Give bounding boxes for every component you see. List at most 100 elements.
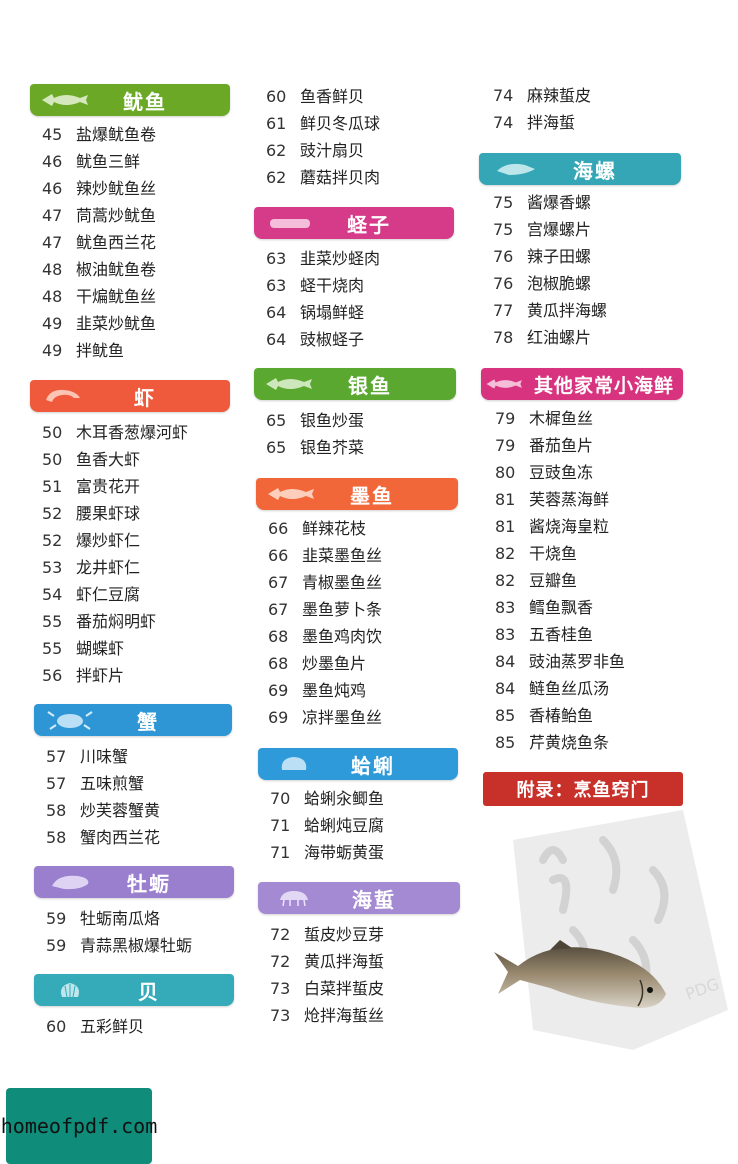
toc-entry[interactable]: 48 干煸鱿鱼丝 (42, 284, 156, 310)
toc-entry[interactable]: 50 木耳香葱爆河虾 (42, 420, 188, 446)
toc-entry[interactable]: 61 鲜贝冬瓜球 (266, 111, 380, 137)
toc-entry[interactable]: 81 芙蓉蒸海鲜 (495, 487, 609, 513)
recipe-name: 酱爆香螺 (527, 193, 592, 212)
toc-entry[interactable]: 76 泡椒脆螺 (493, 271, 591, 297)
toc-entry[interactable]: 56 拌虾片 (42, 663, 124, 689)
toc-entry[interactable]: 71 海带蛎黄蛋 (270, 840, 384, 866)
toc-entry[interactable]: 78 红油螺片 (493, 325, 591, 351)
toc-entry[interactable]: 55 蝴蝶虾 (42, 636, 124, 662)
toc-entry[interactable]: 85 香椿鲐鱼 (495, 703, 593, 729)
toc-entry[interactable]: 46 辣炒鱿鱼丝 (42, 176, 156, 202)
toc-entry[interactable]: 64 豉椒蛏子 (266, 327, 364, 353)
toc-entry[interactable]: 65 银鱼芥菜 (266, 435, 364, 461)
toc-entry[interactable]: 83 五香桂鱼 (495, 622, 593, 648)
toc-entry[interactable]: 60 五彩鲜贝 (46, 1014, 144, 1040)
toc-entry[interactable]: 65 银鱼炒蛋 (266, 408, 364, 434)
toc-entry[interactable]: 52 腰果虾球 (42, 501, 140, 527)
toc-entry[interactable]: 76 辣子田螺 (493, 244, 591, 270)
section-title: 蟹 (137, 709, 159, 734)
oyster-icon (52, 875, 89, 890)
toc-entry[interactable]: 63 蛏干烧肉 (266, 273, 364, 299)
toc-entry[interactable]: 73 白菜拌蜇皮 (270, 976, 384, 1002)
toc-entry[interactable]: 75 酱爆香螺 (493, 190, 591, 216)
toc-entry[interactable]: 82 干烧鱼 (495, 541, 577, 567)
toc-entry[interactable]: 67 青椒墨鱼丝 (268, 570, 382, 596)
clam-icon (281, 757, 307, 770)
toc-entry[interactable]: 84 鲢鱼丝瓜汤 (495, 676, 609, 702)
toc-entry[interactable]: 59 青蒜黑椒爆牡蛎 (46, 933, 192, 959)
toc-entry[interactable]: 49 拌鱿鱼 (42, 338, 124, 364)
toc-entry[interactable]: 52 爆炒虾仁 (42, 528, 140, 554)
toc-entry[interactable]: 55 番茄焖明虾 (42, 609, 156, 635)
toc-entry[interactable]: 79 木樨鱼丝 (495, 406, 593, 432)
page-number: 48 (42, 287, 63, 306)
toc-entry[interactable]: 58 炒芙蓉蟹黄 (46, 798, 160, 824)
page-number: 77 (493, 301, 514, 320)
toc-entry[interactable]: 67 墨鱼萝卜条 (268, 597, 382, 623)
toc-entry[interactable]: 71 蛤蜊炖豆腐 (270, 813, 384, 839)
page-number: 80 (495, 463, 516, 482)
toc-entry[interactable]: 69 凉拌墨鱼丝 (268, 705, 382, 731)
page-number: 79 (495, 436, 516, 455)
toc-entry[interactable]: 84 豉油蒸罗非鱼 (495, 649, 625, 675)
toc-entry[interactable]: 51 富贵花开 (42, 474, 140, 500)
page-number: 83 (495, 598, 516, 617)
toc-entry[interactable]: 58 蟹肉西兰花 (46, 825, 160, 851)
toc-entry[interactable]: 47 鱿鱼西兰花 (42, 230, 156, 256)
recipe-name: 拌鱿鱼 (76, 341, 125, 360)
toc-entry[interactable]: 73 炝拌海蜇丝 (270, 1003, 384, 1029)
page-number: 45 (42, 125, 63, 144)
toc-entry[interactable]: 85 芹黄烧鱼条 (495, 730, 609, 756)
fish-icon (266, 378, 312, 390)
section-header-shellfish: 贝 (34, 974, 234, 1006)
toc-entry[interactable]: 80 豆豉鱼冻 (495, 460, 593, 486)
toc-entry[interactable]: 66 鲜辣花枝 (268, 516, 366, 542)
toc-entry[interactable]: 81 酱烧海皇粒 (495, 514, 609, 540)
toc-entry[interactable]: 66 韭菜墨鱼丝 (268, 543, 382, 569)
toc-entry[interactable]: 48 椒油鱿鱼卷 (42, 257, 156, 283)
toc-entry[interactable]: 70 蛤蜊汆鲫鱼 (270, 786, 384, 812)
toc-entry[interactable]: 62 蘑菇拌贝肉 (266, 165, 380, 191)
toc-entry[interactable]: 60 鱼香鲜贝 (266, 84, 364, 110)
toc-entry[interactable]: 83 鳕鱼飘香 (495, 595, 593, 621)
recipe-name: 鱼香鲜贝 (300, 87, 365, 106)
recipe-name: 蛤蜊炖豆腐 (304, 816, 385, 835)
toc-entry[interactable]: 72 蜇皮炒豆芽 (270, 922, 384, 948)
recipe-name: 爆炒虾仁 (76, 531, 141, 550)
toc-entry[interactable]: 57 川味蟹 (46, 744, 128, 770)
site-watermark[interactable]: homeofpdf.com (1, 1088, 157, 1164)
page-number: 69 (268, 681, 289, 700)
toc-entry[interactable]: 59 牡蛎南瓜烙 (46, 906, 160, 932)
toc-entry[interactable]: 77 黄瓜拌海螺 (493, 298, 607, 324)
recipe-name: 炒芙蓉蟹黄 (80, 801, 161, 820)
toc-entry[interactable]: 75 宫爆螺片 (493, 217, 591, 243)
page-number: 50 (42, 450, 63, 469)
toc-entry[interactable]: 57 五味煎蟹 (46, 771, 144, 797)
toc-entry[interactable]: 69 墨鱼炖鸡 (268, 678, 366, 704)
toc-entry[interactable]: 49 韭菜炒鱿鱼 (42, 311, 156, 337)
toc-entry[interactable]: 47 茼蒿炒鱿鱼 (42, 203, 156, 229)
toc-entry[interactable]: 79 番茄鱼片 (495, 433, 593, 459)
toc-entry[interactable]: 50 鱼香大虾 (42, 447, 140, 473)
toc-entry[interactable]: 63 韭菜炒蛏肉 (266, 246, 380, 272)
toc-entry[interactable]: 68 炒墨鱼片 (268, 651, 366, 677)
toc-entry[interactable]: 54 虾仁豆腐 (42, 582, 140, 608)
toc-entry[interactable]: 74 拌海蜇 (493, 110, 575, 136)
toc-entry[interactable]: 53 龙井虾仁 (42, 555, 140, 581)
recipe-name: 腰果虾球 (76, 504, 141, 523)
toc-entry[interactable]: 46 鱿鱼三鲜 (42, 149, 140, 175)
toc-entry[interactable]: 64 锅塌鲜蛏 (266, 300, 364, 326)
toc-entry[interactable]: 45 盐爆鱿鱼卷 (42, 122, 156, 148)
page-number: 64 (266, 330, 287, 349)
toc-entry[interactable]: 72 黄瓜拌海蜇 (270, 949, 384, 975)
section-header-cuttlefish: 墨鱼 (256, 478, 458, 510)
shrimp-icon (46, 389, 80, 402)
page-number: 82 (495, 544, 516, 563)
recipe-name: 豉椒蛏子 (300, 330, 365, 349)
toc-entry[interactable]: 62 豉汁扇贝 (266, 138, 364, 164)
toc-entry[interactable]: 82 豆瓣鱼 (495, 568, 577, 594)
section-header-oyster: 牡蛎 (34, 866, 234, 898)
toc-entry[interactable]: 74 麻辣蜇皮 (493, 83, 591, 109)
page-number: 54 (42, 585, 63, 604)
toc-entry[interactable]: 68 墨鱼鸡肉饮 (268, 624, 382, 650)
